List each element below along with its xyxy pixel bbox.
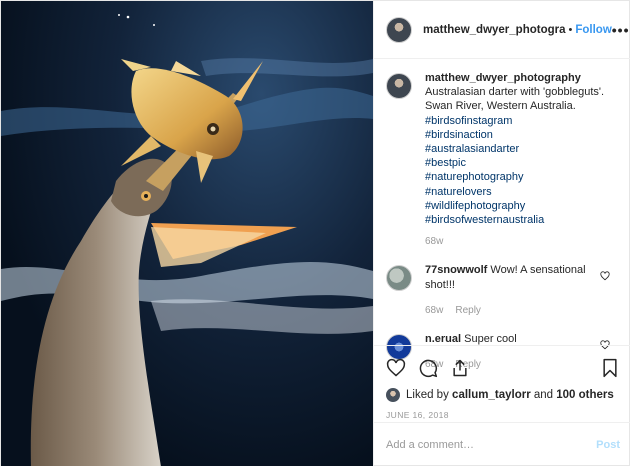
post-actions: Liked by callum_taylorr and 100 others J… <box>374 345 630 420</box>
hashtag-link[interactable]: #australasiandarter <box>425 142 611 156</box>
author-avatar[interactable] <box>386 16 412 43</box>
follow-button[interactable]: Follow <box>575 24 611 36</box>
share-icon[interactable] <box>450 358 470 378</box>
post-sidebar: matthew_dwyer_photogra • Follow ••• matt… <box>373 1 630 466</box>
hashtag-link[interactable]: #birdsofwesternaustralia <box>425 213 611 227</box>
post-comment-button[interactable]: Post <box>596 439 620 451</box>
caption: matthew_dwyer_photography Australasian d… <box>386 71 620 249</box>
post-date[interactable]: JUNE 16, 2018 <box>386 410 620 420</box>
likes-others-count[interactable]: 100 others <box>556 389 614 401</box>
commenter-username[interactable]: n.erual <box>425 333 461 345</box>
hashtag-link[interactable]: #wildlifephotography <box>425 199 611 213</box>
caption-time[interactable]: 68w <box>425 236 443 247</box>
liker-username[interactable]: callum_taylorr <box>452 389 531 401</box>
caption-username[interactable]: matthew_dwyer_photography <box>425 72 581 84</box>
reply-button[interactable]: Reply <box>455 305 481 316</box>
comment-item: 77snowwolf Wow! A sensational shot!!! 68… <box>386 263 620 318</box>
comment-text: Super cool <box>464 333 517 346</box>
more-options-icon[interactable]: ••• <box>612 22 630 38</box>
commenter-avatar[interactable] <box>386 265 412 292</box>
post-header: matthew_dwyer_photogra • Follow ••• <box>374 1 630 59</box>
post-photo[interactable] <box>1 1 373 466</box>
bookmark-icon[interactable] <box>600 358 620 378</box>
darter-with-fish-image <box>1 14 373 466</box>
liker-avatar[interactable] <box>386 388 400 402</box>
separator-dot: • <box>568 23 573 36</box>
hashtag-link[interactable]: #bestpic <box>425 156 611 170</box>
like-comment-heart-icon[interactable] <box>600 271 610 281</box>
liked-by-prefix: Liked by <box>406 389 449 401</box>
comment-bubble-icon[interactable] <box>418 358 438 378</box>
hashtag-link[interactable]: #birdsofinstagram <box>425 114 611 128</box>
comment-time[interactable]: 68w <box>425 305 443 316</box>
hashtag-link[interactable]: #naturelovers <box>425 185 611 199</box>
instagram-post: matthew_dwyer_photogra • Follow ••• matt… <box>0 0 630 466</box>
liked-by-joiner: and <box>533 389 554 401</box>
commenter-username[interactable]: 77snowwolf <box>425 264 487 276</box>
like-heart-icon[interactable] <box>386 358 406 378</box>
likes-summary: Liked by callum_taylorr and 100 others <box>386 388 620 402</box>
caption-avatar[interactable] <box>386 73 412 99</box>
hashtag-link[interactable]: #naturephotography <box>425 170 611 184</box>
comments-section[interactable]: matthew_dwyer_photography Australasian d… <box>374 59 630 370</box>
comment-input[interactable] <box>386 439 597 451</box>
caption-text: Australasian darter with 'gobbleguts'. S… <box>425 86 605 113</box>
author-username[interactable]: matthew_dwyer_photogra <box>423 24 566 36</box>
hashtag-link[interactable]: #birdsinaction <box>425 128 611 142</box>
hashtag-list: #birdsofinstagram #birdsinaction #austra… <box>425 114 611 228</box>
add-comment-bar: Post <box>374 422 630 466</box>
